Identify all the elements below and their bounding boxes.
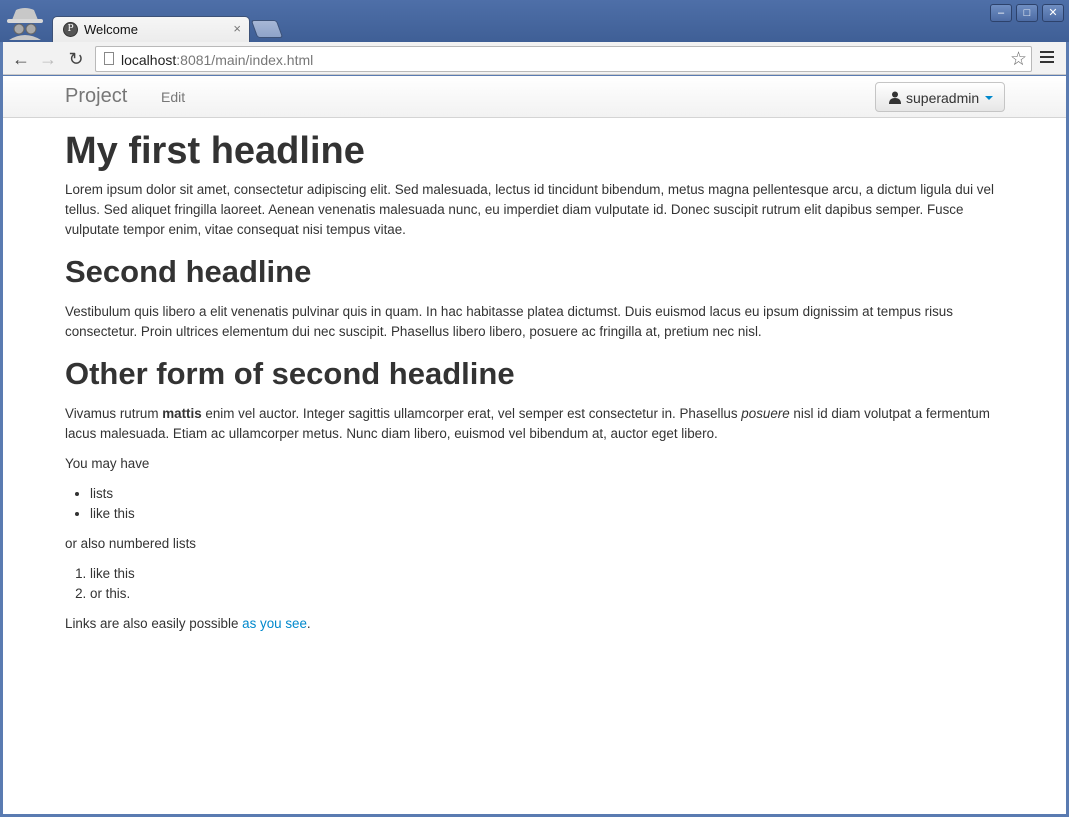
minimize-button[interactable]: – [990,4,1012,22]
url-host: localhost [121,52,177,68]
list-item: lists [90,484,1005,504]
brand-link[interactable]: Project [65,85,127,108]
main-content: My first headline Lorem ipsum dolor sit … [65,124,1005,644]
bookmark-star-icon[interactable]: ☆ [1010,48,1027,71]
tab-title: Welcome [84,22,138,37]
inline-link[interactable]: as you see [242,616,307,631]
p6-text: Links are also easily possible [65,616,243,631]
user-icon [889,91,901,104]
url-path: :8081/main/index.html [176,52,314,68]
paragraph-5: or also numbered lists [65,536,196,551]
paragraph-4: You may have [65,456,150,471]
p3-text-1: Vivamus rutrum [65,406,163,421]
list-item: like this [90,564,1005,584]
page-icon [104,52,114,65]
chrome-menu-icon[interactable] [1040,51,1054,65]
close-window-button[interactable]: ✕ [1042,4,1064,22]
p3-bold: mattis [162,406,202,421]
p3-text-2: enim vel auctor. Integer sagittis ullamc… [201,406,742,421]
new-tab-button[interactable] [250,20,284,38]
window-titlebar: P Welcome × – □ ✕ [0,0,1069,42]
nav-edit-link[interactable]: Edit [161,89,185,105]
forward-arrow-icon[interactable]: → [37,48,59,70]
numbered-list: like this or this. [90,564,1005,604]
url-text[interactable]: localhost:8081/main/index.html [121,52,313,68]
back-arrow-icon[interactable]: ← [10,48,32,70]
list-item: like this [90,504,1005,524]
paragraph-6: Links are also easily possible as you se… [65,614,1005,634]
user-menu-button[interactable]: superadmin [875,82,1005,112]
list-item: or this. [90,584,1005,604]
paragraph-3: Vivamus rutrum mattis enim vel auctor. I… [65,404,1005,444]
site-navbar: Project Edit superadmin [3,76,1066,118]
paragraph-2: Vestibulum quis libero a elit venenatis … [65,304,953,339]
tab-welcome[interactable]: P Welcome × [52,16,250,42]
p6-end: . [306,616,311,631]
page-viewport: Project Edit superadmin My first headlin… [3,76,1066,814]
maximize-button[interactable]: □ [1016,4,1038,22]
caret-down-icon [985,96,993,100]
headline-3: Other form of second headline [65,356,515,391]
incognito-icon [7,8,43,40]
browser-toolbar: ← → ↻ localhost:8081/main/index.html ☆ [3,42,1066,75]
bullet-list: lists like this [90,484,1005,524]
paragraph-1: Lorem ipsum dolor sit amet, consectetur … [65,182,994,237]
address-bar[interactable]: localhost:8081/main/index.html ☆ [95,46,1032,72]
p3-italic: posuere [741,406,790,421]
headline-1: My first headline [65,130,365,172]
tab-close-icon[interactable]: × [233,21,241,36]
headline-2: Second headline [65,254,312,289]
reload-icon[interactable]: ↻ [65,48,87,70]
favicon-icon: P [63,22,78,37]
user-name: superadmin [906,90,980,106]
